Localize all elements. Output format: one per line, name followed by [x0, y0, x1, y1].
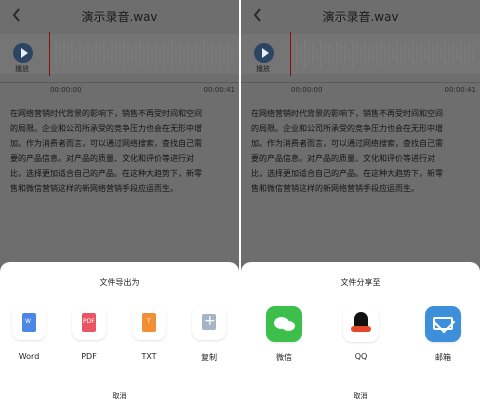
cancel-button[interactable]: 取消 — [241, 391, 480, 401]
play-button[interactable] — [254, 43, 274, 63]
playhead[interactable] — [290, 32, 291, 76]
mail-icon — [425, 306, 461, 342]
export-word-item[interactable]: W Word — [4, 306, 54, 376]
transcript-text: 在网络营销时代背景的影响下，销售不再受时间和空间 的局限。企业和公司所承受的竞争… — [251, 109, 443, 193]
export-label: 复制 — [201, 353, 217, 362]
time-end: 00:00:41 — [444, 86, 476, 94]
export-label: PDF — [81, 352, 97, 361]
time-start: 00:00:00 — [291, 86, 323, 94]
share-wechat-item[interactable]: 微信 — [259, 306, 309, 376]
export-options: W Word PDF PDF T TXT + 复制 — [0, 306, 239, 376]
share-label: 邮箱 — [435, 353, 451, 362]
txt-icon: T — [132, 306, 166, 340]
export-pdf-item[interactable]: PDF PDF — [64, 306, 114, 376]
time-ruler: 00:00:00 00:00:41 — [241, 82, 480, 95]
cancel-button[interactable]: 取消 — [0, 391, 239, 401]
wechat-icon — [266, 306, 302, 342]
export-copy-item[interactable]: 复制 — [184, 306, 234, 376]
header: 演示录音.wav — [0, 0, 239, 32]
export-label: TXT — [141, 352, 157, 361]
share-options: 微信 QQ 邮箱 — [241, 306, 480, 376]
waveform — [241, 34, 480, 74]
export-label: Word — [18, 352, 40, 361]
play-label: 播放 — [256, 65, 270, 73]
share-mail-item[interactable]: 邮箱 — [418, 306, 468, 376]
export-txt-item[interactable]: T TXT — [124, 306, 174, 376]
page-title: 演示录音.wav — [322, 10, 399, 24]
play-label: 播放 — [15, 65, 29, 73]
time-ruler: 00:00:00 00:00:41 — [0, 82, 239, 95]
two-panel-screenshot: 演示录音.wav 播放 00:00:00 00:00:41 在网络营销时代背景的… — [0, 0, 480, 412]
qq-icon — [343, 306, 379, 342]
left-panel: 演示录音.wav 播放 00:00:00 00:00:41 在网络营销时代背景的… — [0, 0, 239, 412]
copy-icon — [192, 306, 226, 340]
transcript-text: 在网络营销时代背景的影响下，销售不再受时间和空间 的局限。企业和公司所承受的竞争… — [10, 109, 202, 193]
share-label: QQ — [354, 352, 368, 361]
pdf-icon: PDF — [72, 306, 106, 340]
share-qq-item[interactable]: QQ — [336, 306, 386, 376]
share-sheet: 文件分享至 微信 QQ 邮箱 取消 — [241, 262, 480, 412]
word-icon: W — [12, 306, 46, 340]
share-label: 微信 — [276, 353, 292, 362]
play-button[interactable] — [13, 43, 33, 63]
sheet-title: 文件分享至 — [340, 278, 381, 287]
export-sheet: 文件导出为 W Word PDF PDF T TXT + 复制 取消 — [0, 262, 239, 412]
sheet-title: 文件导出为 — [99, 278, 140, 287]
header: 演示录音.wav — [241, 0, 480, 32]
page-title: 演示录音.wav — [81, 10, 158, 24]
time-end: 00:00:41 — [203, 86, 235, 94]
waveform — [0, 34, 239, 74]
playhead[interactable] — [49, 32, 50, 76]
right-panel: 演示录音.wav 播放 00:00:00 00:00:41 在网络营销时代背景的… — [241, 0, 480, 412]
time-start: 00:00:00 — [50, 86, 82, 94]
